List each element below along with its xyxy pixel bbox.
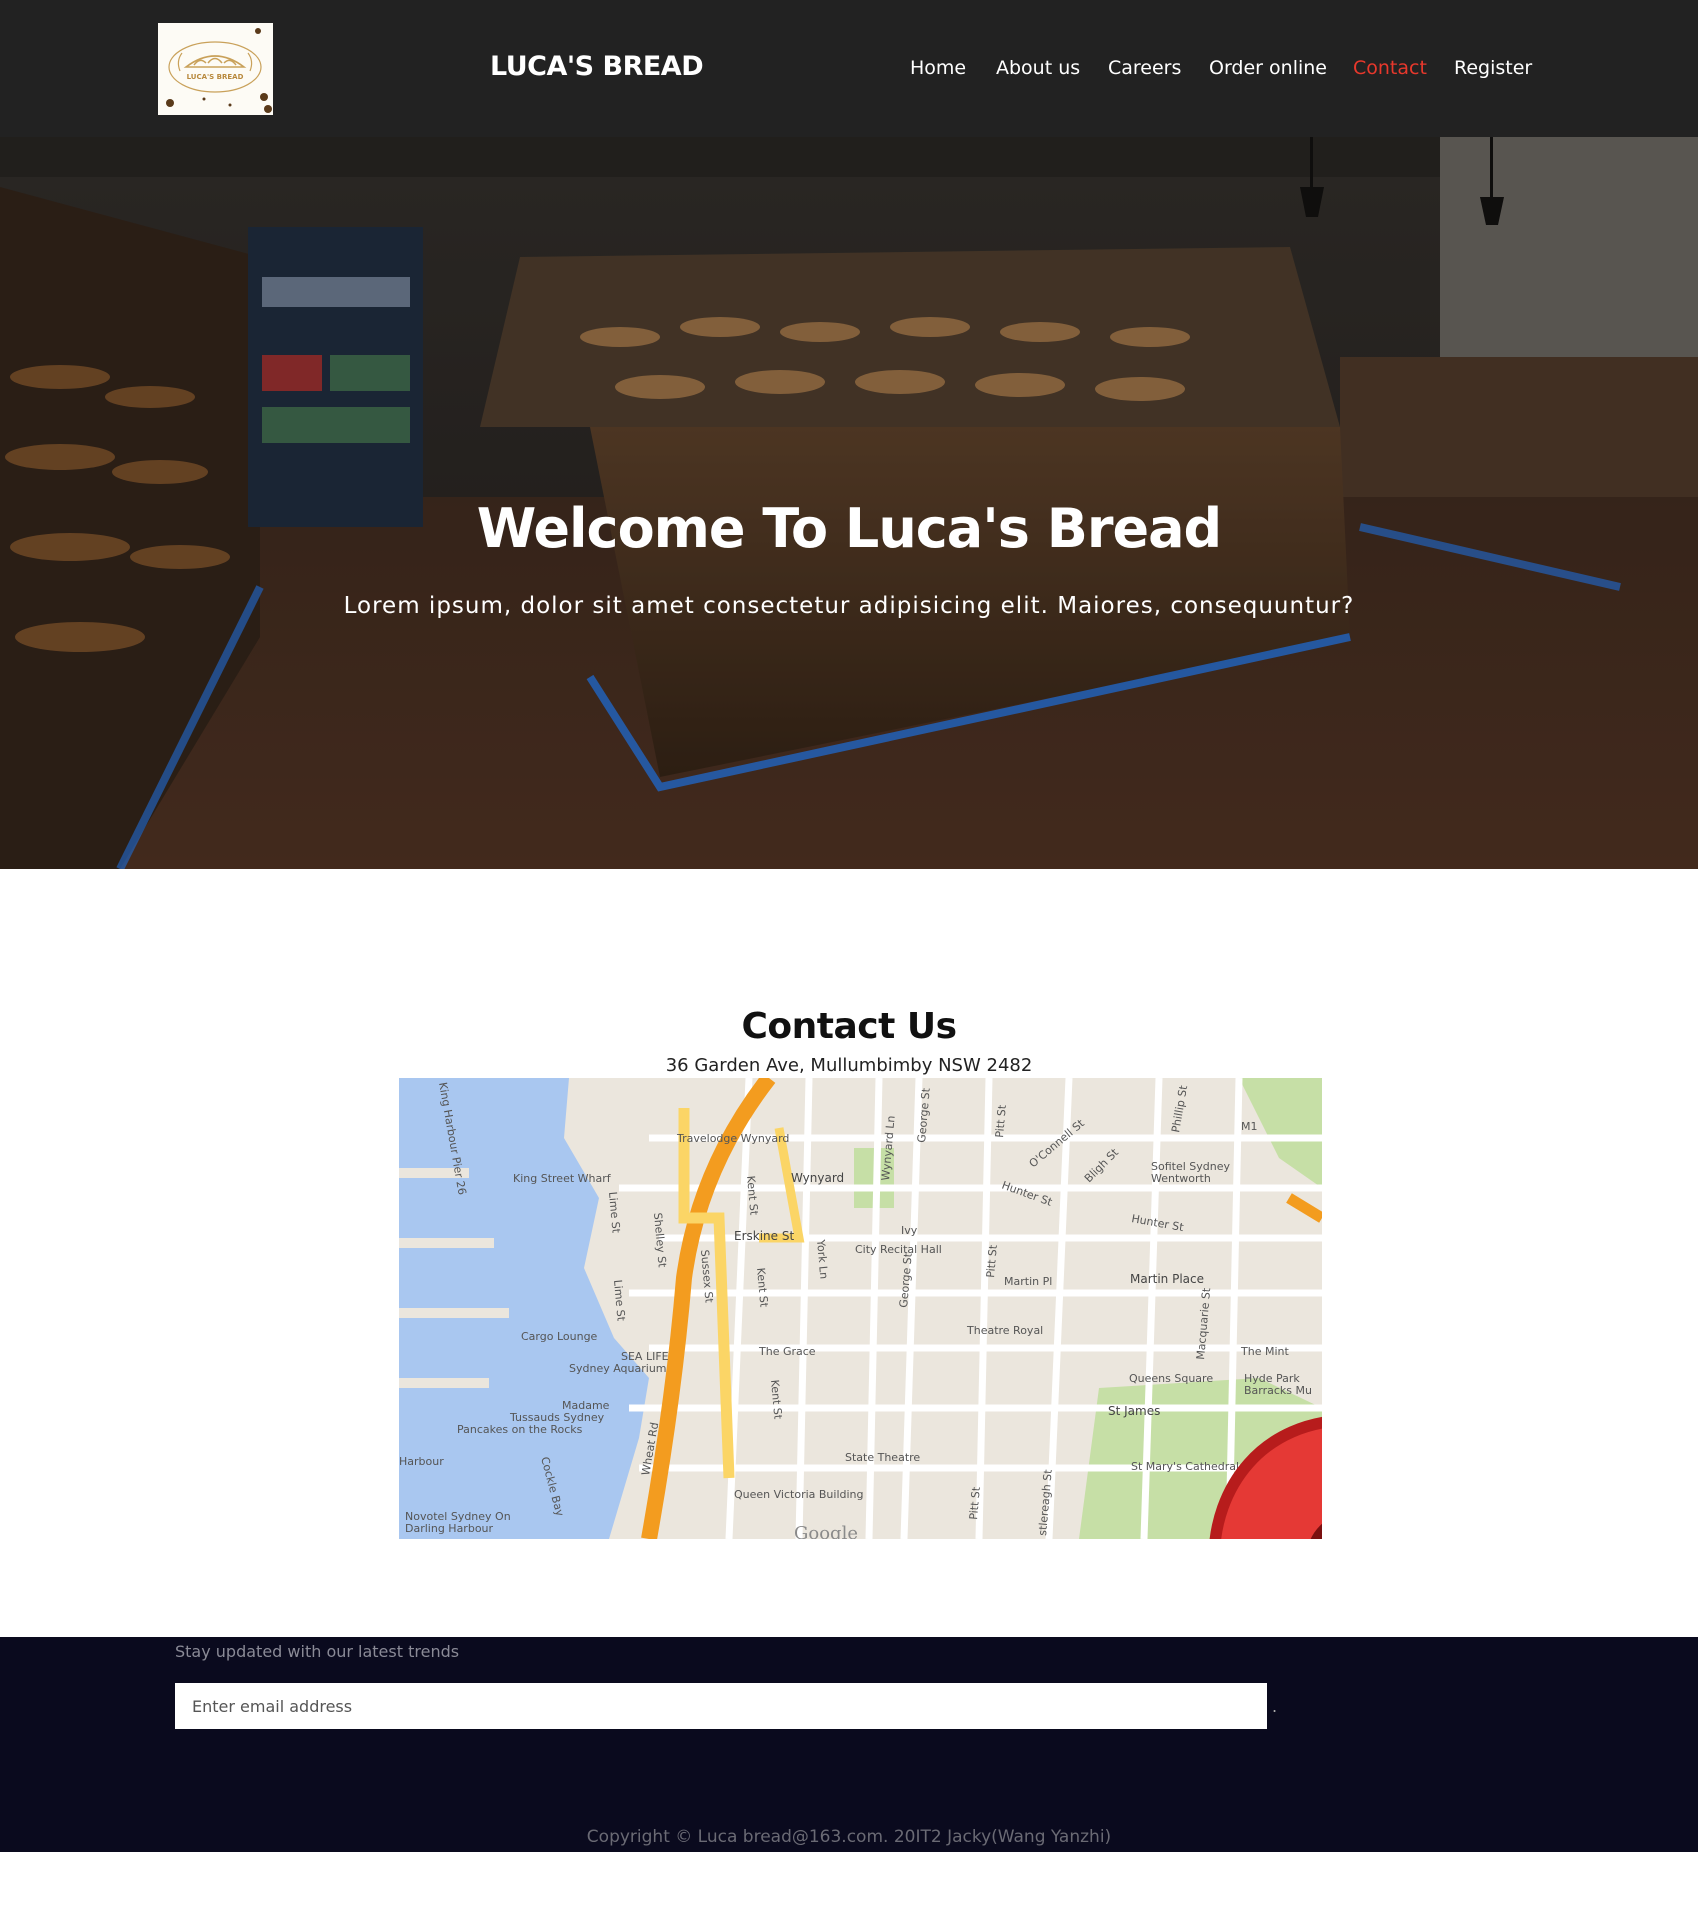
map-label: Martin Pl: [1004, 1275, 1052, 1288]
map-label: Cargo Lounge: [521, 1330, 598, 1343]
map-label: Sydney Aquarium: [569, 1362, 667, 1375]
map-label: City Recital Hall: [855, 1243, 942, 1256]
hero-subtitle: Lorem ipsum, dolor sit amet consectetur …: [343, 593, 1355, 619]
map-label: Queen Victoria Building: [734, 1488, 864, 1501]
google-watermark: Google: [794, 1523, 858, 1539]
map-label: Queens Square: [1129, 1372, 1213, 1385]
footer: Stay updated with our latest trends . Co…: [0, 1637, 1698, 1852]
map-label: King Street Wharf: [513, 1172, 612, 1185]
map-label: Wynyard: [791, 1171, 844, 1185]
nav-order-online[interactable]: Order online: [1209, 57, 1327, 79]
map-label: Martin Place: [1130, 1272, 1204, 1286]
map-label: The Grace: [758, 1345, 816, 1358]
map-label: Theatre Royal: [966, 1324, 1043, 1337]
hero-title: Welcome To Luca's Bread: [476, 497, 1222, 560]
copyright-text: Copyright © Luca bread@163.com. 20IT2 Ja…: [586, 1827, 1112, 1847]
map-label: Darling Harbour: [405, 1522, 494, 1535]
map-label: Harbour: [399, 1455, 444, 1468]
hero-banner: Welcome To Luca's Bread Lorem ipsum, dol…: [0, 137, 1698, 869]
map-label: Barracks Mu: [1244, 1384, 1312, 1397]
map-label: Travelodge Wynyard: [676, 1132, 789, 1145]
map-marker-icon[interactable]: [891, 1397, 1322, 1539]
nav-register[interactable]: Register: [1454, 57, 1532, 79]
map-label: Wentworth: [1151, 1172, 1211, 1185]
map-label: The Mint: [1240, 1345, 1289, 1358]
nav-about-us[interactable]: About us: [996, 57, 1080, 79]
location-map[interactable]: Travelodge Wynyard King Street Wharf Wyn…: [399, 1078, 1322, 1539]
navbar: LUCA'S BREAD LUCA'S BREAD Home About us …: [0, 0, 1698, 137]
subscribe-button[interactable]: .: [1272, 1697, 1277, 1716]
nav-home[interactable]: Home: [910, 57, 966, 79]
map-label: Ivy: [901, 1224, 918, 1237]
newsletter-label: Stay updated with our latest trends: [175, 1642, 460, 1661]
main-nav: Home About us Careers Order online Conta…: [0, 57, 1698, 87]
map-label: Erskine St: [734, 1229, 794, 1243]
contact-address: 36 Garden Ave, Mullumbimby NSW 2482: [665, 1055, 1033, 1076]
map-label: Pancakes on the Rocks: [457, 1423, 583, 1436]
contact-title: Contact Us: [741, 1006, 957, 1047]
email-field[interactable]: [175, 1683, 1267, 1729]
nav-careers[interactable]: Careers: [1108, 57, 1181, 79]
nav-contact[interactable]: Contact: [1353, 57, 1427, 79]
map-label: M1: [1241, 1120, 1258, 1133]
